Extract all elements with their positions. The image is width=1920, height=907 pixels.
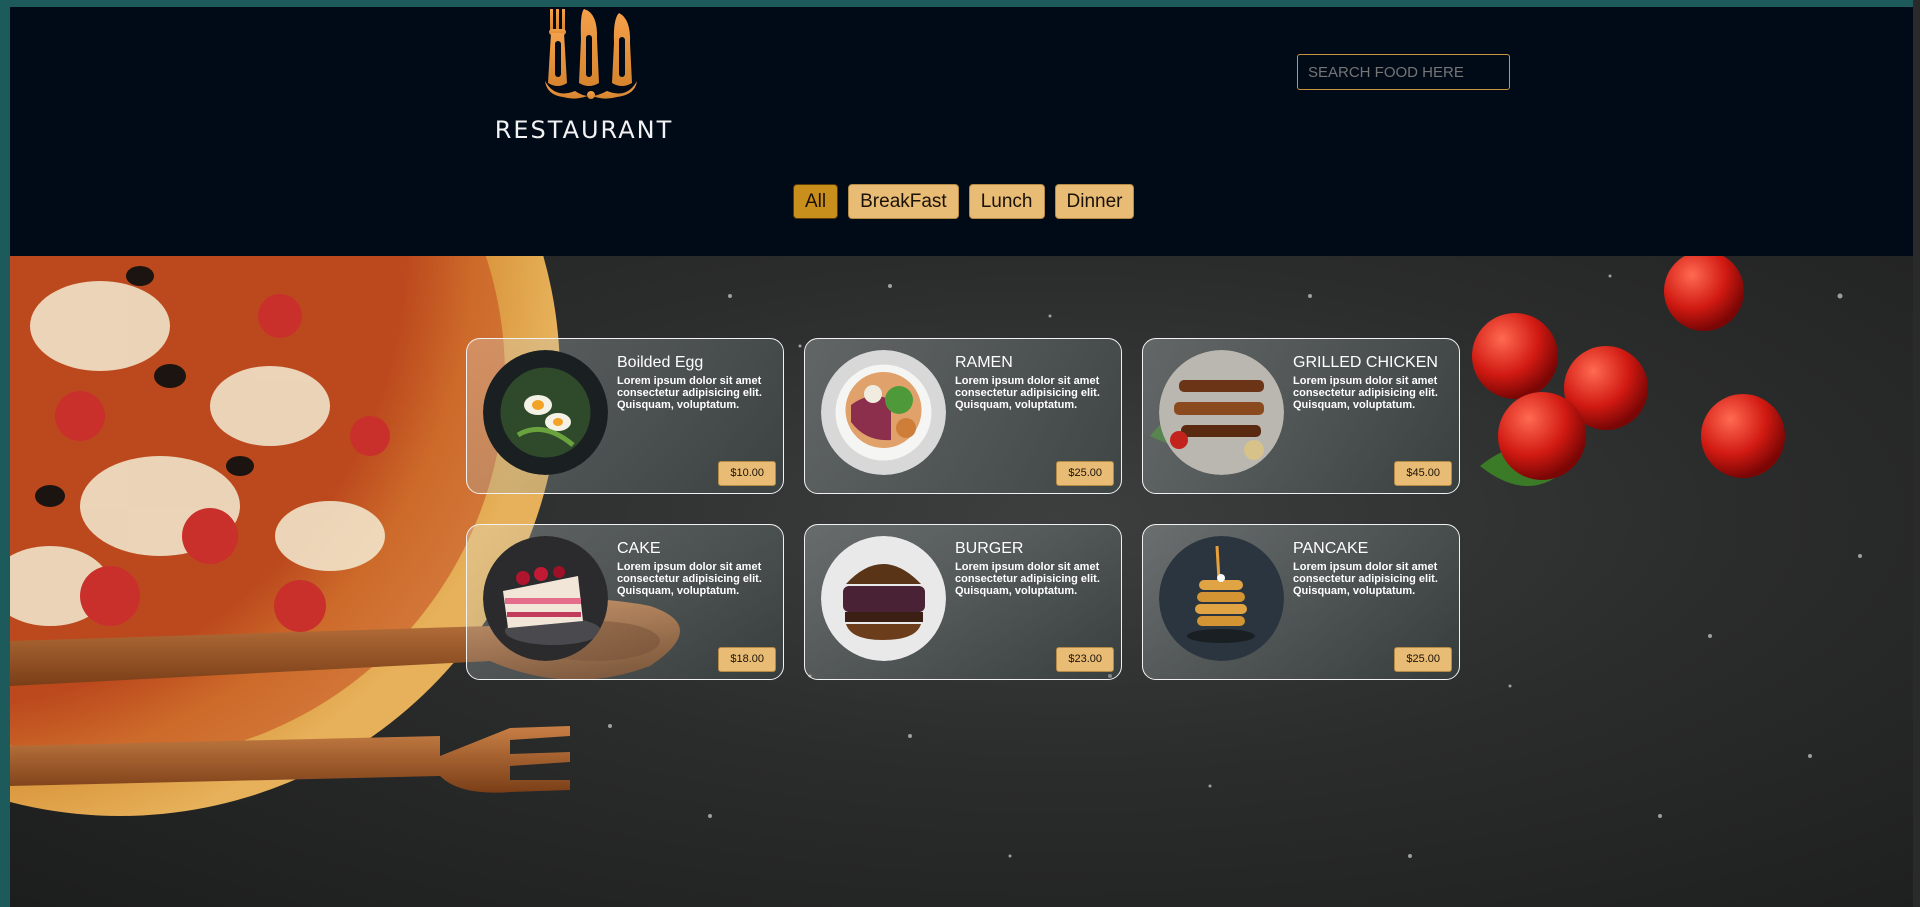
food-description: Lorem ipsum dolor sit amet consectetur a… bbox=[955, 375, 1100, 411]
food-image bbox=[1159, 350, 1284, 475]
menu-card[interactable]: CAKE Lorem ipsum dolor sit amet consecte… bbox=[466, 524, 784, 680]
price-button[interactable]: $18.00 bbox=[718, 647, 776, 672]
cutlery-logo-icon bbox=[545, 9, 637, 99]
food-title: Boilded Egg bbox=[617, 354, 704, 371]
window-edge bbox=[1913, 0, 1920, 907]
menu-card[interactable]: PANCAKE Lorem ipsum dolor sit amet conse… bbox=[1142, 524, 1460, 680]
logo[interactable]: RESTAURANT bbox=[489, 7, 689, 147]
food-title: CAKE bbox=[617, 540, 661, 557]
filter-lunch-button[interactable]: Lunch bbox=[968, 184, 1045, 219]
food-image bbox=[821, 350, 946, 475]
filter-breakfast-button[interactable]: BreakFast bbox=[848, 184, 959, 219]
menu-card[interactable]: BURGER Lorem ipsum dolor sit amet consec… bbox=[804, 524, 1122, 680]
search-input[interactable] bbox=[1297, 54, 1510, 90]
food-description: Lorem ipsum dolor sit amet consectetur a… bbox=[617, 561, 762, 597]
price-button[interactable]: $10.00 bbox=[718, 461, 776, 486]
page: RESTAURANT All BreakFast Lunch Dinner bbox=[10, 7, 1913, 907]
food-image bbox=[483, 350, 608, 475]
food-image bbox=[1159, 536, 1284, 661]
food-description: Lorem ipsum dolor sit amet consectetur a… bbox=[955, 561, 1100, 597]
price-button[interactable]: $25.00 bbox=[1394, 647, 1452, 672]
brand-name: RESTAURANT bbox=[494, 116, 674, 144]
filter-all-button[interactable]: All bbox=[793, 184, 839, 219]
food-title: GRILLED CHICKEN bbox=[1293, 354, 1438, 371]
food-description: Lorem ipsum dolor sit amet consectetur a… bbox=[1293, 561, 1438, 597]
site-header: RESTAURANT All BreakFast Lunch Dinner bbox=[10, 7, 1913, 256]
food-image bbox=[821, 536, 946, 661]
menu-card[interactable]: GRILLED CHICKEN Lorem ipsum dolor sit am… bbox=[1142, 338, 1460, 494]
menu-card[interactable]: Boilded Egg Lorem ipsum dolor sit amet c… bbox=[466, 338, 784, 494]
food-title: RAMEN bbox=[955, 354, 1013, 371]
food-title: BURGER bbox=[955, 540, 1024, 557]
price-button[interactable]: $45.00 bbox=[1394, 461, 1452, 486]
food-image bbox=[483, 536, 608, 661]
price-button[interactable]: $23.00 bbox=[1056, 647, 1114, 672]
filter-dinner-button[interactable]: Dinner bbox=[1054, 184, 1135, 219]
price-button[interactable]: $25.00 bbox=[1056, 461, 1114, 486]
menu-card[interactable]: RAMEN Lorem ipsum dolor sit amet consect… bbox=[804, 338, 1122, 494]
food-description: Lorem ipsum dolor sit amet consectetur a… bbox=[617, 375, 762, 411]
category-filters: All BreakFast Lunch Dinner bbox=[793, 184, 1135, 219]
food-title: PANCAKE bbox=[1293, 540, 1369, 557]
hero-background: Boilded Egg Lorem ipsum dolor sit amet c… bbox=[10, 256, 1913, 907]
food-description: Lorem ipsum dolor sit amet consectetur a… bbox=[1293, 375, 1438, 411]
